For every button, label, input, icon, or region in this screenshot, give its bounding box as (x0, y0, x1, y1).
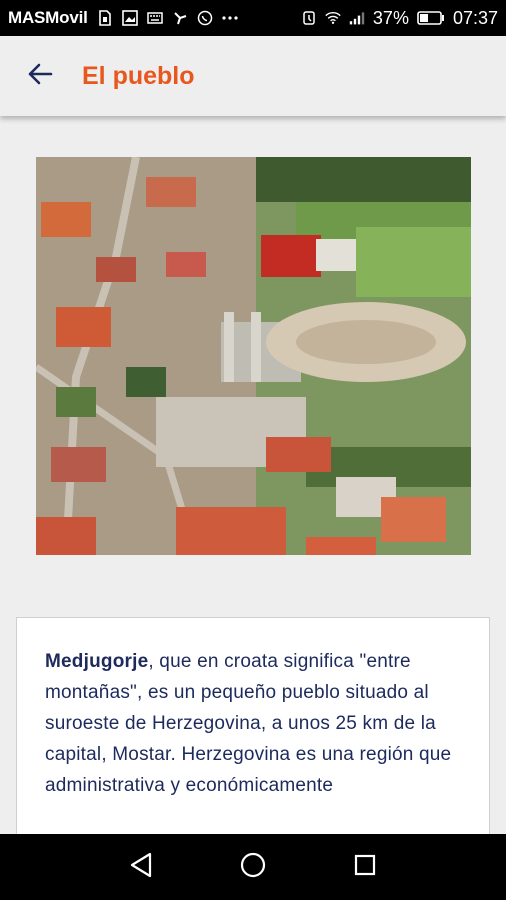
wind-icon (172, 10, 188, 26)
description-body: , que en croata significa "entre montaña… (45, 651, 452, 796)
image-icon (121, 10, 138, 26)
home-circle-icon (239, 851, 267, 884)
carrier-name: MASMovil (8, 8, 88, 27)
keyboard-icon (146, 10, 163, 26)
status-bar: MASMovil 37% 07:37 (0, 0, 506, 36)
description-text: Medjugorje, que en croata significa "ent… (45, 646, 461, 801)
battery-icon (417, 10, 445, 26)
sim-icon (97, 10, 113, 26)
arrow-left-icon (27, 63, 53, 90)
aerial-photo (36, 157, 471, 555)
app-bar: El pueblo (0, 36, 506, 116)
clock: 07:37 (452, 7, 498, 28)
wifi-icon (325, 10, 341, 26)
more-icon (222, 10, 238, 26)
navigation-bar (0, 834, 506, 900)
battery-percent: 37% (372, 7, 409, 28)
nav-recents-button[interactable] (340, 842, 390, 892)
content-scroll[interactable]: Medjugorje, que en croata significa "ent… (0, 116, 506, 834)
description-bold: Medjugorje (45, 651, 149, 672)
back-triangle-icon (129, 852, 153, 883)
alarm-icon (301, 10, 317, 26)
back-button[interactable] (10, 46, 70, 106)
page-title: El pueblo (82, 61, 195, 90)
description-card: Medjugorje, que en croata significa "ent… (16, 617, 490, 834)
nav-home-button[interactable] (228, 842, 278, 892)
recents-square-icon (353, 853, 377, 882)
nav-back-button[interactable] (116, 842, 166, 892)
signal-icon (349, 10, 365, 26)
whatsapp-icon (197, 10, 213, 26)
